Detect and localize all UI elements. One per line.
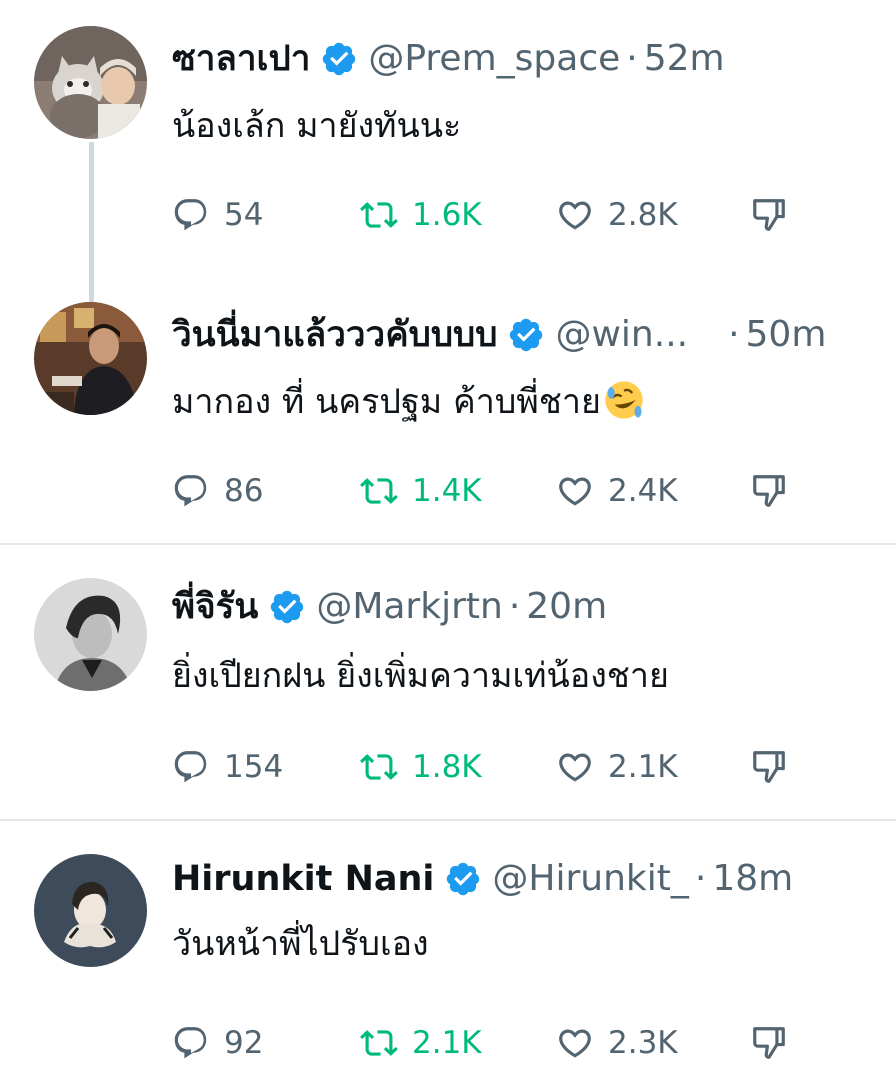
dislike-button[interactable] xyxy=(750,742,788,792)
reply-icon xyxy=(174,199,207,231)
tweet-divider xyxy=(0,543,896,545)
display-name[interactable]: Hirunkit Nani xyxy=(172,854,434,904)
retweet-button[interactable]: 1.4K xyxy=(360,466,482,516)
heart-icon xyxy=(559,1029,591,1058)
verified-badge-icon xyxy=(444,860,482,898)
verified-badge-icon xyxy=(507,316,545,354)
display-name[interactable]: ซาลาเปา xyxy=(172,34,310,84)
like-button[interactable]: 2.3K xyxy=(556,1018,678,1068)
avatar-monochrome-portrait-icon xyxy=(34,578,147,691)
dislike-button[interactable] xyxy=(750,466,788,516)
retweet-count: 2.1K xyxy=(412,1025,482,1061)
tweet-text-line: มากอง ที่ นครปฐม ค้าบพี่ชาย xyxy=(172,378,876,426)
thumbs-down-icon xyxy=(753,475,785,507)
separator-dot: · xyxy=(508,586,521,627)
avatar-man-seated-icon xyxy=(34,302,147,415)
user-handle[interactable]: @win... xyxy=(555,310,688,360)
retweet-button[interactable]: 2.1K xyxy=(360,1018,482,1068)
tweet[interactable]: พี่จิรัน @Markjrtn · 20m ยิ่งเปียกฝน ยิ่… xyxy=(0,548,896,818)
verified-badge-icon xyxy=(320,40,358,78)
like-count: 2.3K xyxy=(608,1025,678,1061)
like-count: 2.1K xyxy=(608,749,678,785)
retweet-count: 1.8K xyxy=(412,749,482,785)
tweet[interactable]: Hirunkit Nani @Hirunkit_ · 18m วันหน้าพี… xyxy=(0,824,896,1088)
like-count: 2.8K xyxy=(608,197,678,233)
separator-dot: · xyxy=(728,314,740,355)
reply-count: 154 xyxy=(224,749,284,785)
timestamp[interactable]: 18m xyxy=(712,854,793,904)
reply-button[interactable]: 54 xyxy=(172,190,263,240)
tweet-actions: 154 1.8K 2.1K xyxy=(172,742,876,792)
tweet-actions: 92 2.1K 2.3K xyxy=(172,1018,876,1068)
reply-button[interactable]: 86 xyxy=(172,466,263,516)
reply-icon xyxy=(174,751,207,783)
separator-dot: · xyxy=(626,38,638,79)
like-button[interactable]: 2.4K xyxy=(556,466,678,516)
avatar[interactable] xyxy=(34,26,147,139)
tweet-text: วันหน้าพี่ไปรับเอง xyxy=(172,924,429,964)
timestamp[interactable]: 50m xyxy=(746,310,827,360)
timestamp[interactable]: 20m xyxy=(526,582,607,632)
reply-count: 54 xyxy=(224,197,264,233)
tweet-text: ยิ่งเปียกฝน ยิ่งเพิ่มความเท่น้องชาย xyxy=(172,656,669,696)
display-name[interactable]: พี่จิรัน xyxy=(172,582,258,632)
like-count: 2.4K xyxy=(608,473,678,509)
retweet-icon xyxy=(360,754,398,780)
separator-dot: · xyxy=(694,858,707,899)
retweet-count: 1.4K xyxy=(412,473,482,509)
user-handle[interactable]: @Markjrtn xyxy=(316,582,503,632)
retweet-icon xyxy=(360,1030,398,1056)
like-button[interactable]: 2.8K xyxy=(556,190,678,240)
timestamp[interactable]: 52m xyxy=(644,34,725,84)
heart-icon xyxy=(559,477,591,506)
tweet-text: น้องเล้ก มายังทันนะ xyxy=(172,106,462,146)
reply-button[interactable]: 92 xyxy=(172,1018,263,1068)
reply-icon xyxy=(174,475,207,507)
retweet-button[interactable]: 1.6K xyxy=(360,190,482,240)
user-handle[interactable]: @Prem_space xyxy=(368,34,620,84)
tweet-divider xyxy=(0,819,896,821)
reply-count: 92 xyxy=(224,1025,264,1061)
user-handle[interactable]: @Hirunkit_ xyxy=(492,854,688,904)
tweet[interactable]: วินนี่มาแล้ววว​คับบบบ @win... · 50m มากอ… xyxy=(0,276,896,544)
dislike-button[interactable] xyxy=(750,1018,788,1068)
thumbs-down-icon xyxy=(753,199,785,231)
tweet[interactable]: ซาลาเปา @Prem_space · 52m น้องเล้ก มายัง… xyxy=(0,0,896,270)
retweet-icon xyxy=(360,478,398,504)
avatar-illustrated-portrait-icon xyxy=(34,854,147,967)
reply-count: 86 xyxy=(224,473,264,509)
retweet-button[interactable]: 1.8K xyxy=(360,742,482,792)
display-name[interactable]: วินนี่มาแล้ววว​คับบบบ xyxy=(172,310,497,360)
avatar[interactable] xyxy=(34,854,147,967)
avatar[interactable] xyxy=(34,302,147,415)
retweet-count: 1.6K xyxy=(412,197,482,233)
dislike-button[interactable] xyxy=(750,190,788,240)
verified-badge-icon xyxy=(268,588,306,626)
avatar[interactable] xyxy=(34,578,147,691)
tweet-actions: 86 1.4K 2.4K xyxy=(172,466,876,516)
heart-icon xyxy=(559,753,591,782)
tweet-text: มากอง ที่ นครปฐม ค้าบพี่ชาย xyxy=(172,382,601,422)
retweet-icon xyxy=(360,202,398,228)
heart-icon xyxy=(559,201,591,230)
rolling-on-floor-laughing-emoji-icon xyxy=(603,379,645,421)
reply-icon xyxy=(174,1027,207,1059)
avatar-man-with-cat-icon xyxy=(34,26,147,139)
thumbs-down-icon xyxy=(753,751,785,783)
reply-button[interactable]: 154 xyxy=(172,742,283,792)
thumbs-down-icon xyxy=(753,1027,785,1059)
tweet-actions: 54 1.6K 2.8K xyxy=(172,190,876,240)
like-button[interactable]: 2.1K xyxy=(556,742,678,792)
